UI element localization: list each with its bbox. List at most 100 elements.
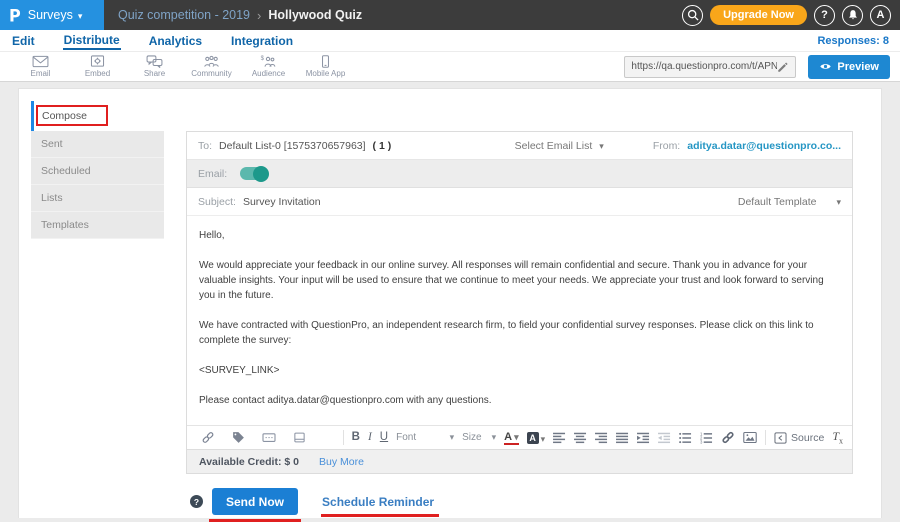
page-background: Compose Sent Scheduled Lists Templates T…: [0, 83, 900, 518]
channel-mobile-app[interactable]: Mobile App: [297, 55, 354, 78]
italic-button[interactable]: I: [368, 432, 372, 444]
from-email-value[interactable]: aditya.datar@questionpro.co...: [687, 140, 841, 152]
survey-link-area: https://qa.questionpro.com/t/APNrFZf29 P…: [624, 55, 890, 79]
align-right-icon[interactable]: [595, 432, 608, 444]
product-switcher[interactable]: Surveys: [28, 8, 83, 22]
search-icon: [687, 9, 699, 21]
breadcrumb-folder[interactable]: Quiz competition - 2019: [118, 8, 250, 22]
to-label: To:: [198, 140, 212, 152]
responses-count[interactable]: Responses: 8: [817, 35, 889, 47]
chevron-down-icon: [78, 8, 83, 22]
bg-color-button[interactable]: A: [527, 429, 546, 447]
breadcrumb-separator: ›: [257, 8, 261, 23]
align-center-icon[interactable]: [574, 432, 587, 444]
email-body-editor[interactable]: Hello, We would appreciate your feedback…: [187, 216, 852, 426]
bell-icon: [847, 9, 859, 21]
remove-format-x: x: [839, 437, 843, 446]
tab-edit[interactable]: Edit: [11, 32, 36, 49]
schedule-reminder-link[interactable]: Schedule Reminder: [322, 495, 434, 509]
align-justify-icon[interactable]: [616, 432, 629, 444]
brand-area[interactable]: P Surveys: [0, 0, 104, 30]
text-color-letter: A: [504, 431, 512, 443]
channel-label: Email: [30, 69, 50, 78]
chevron-down-icon: [836, 196, 841, 208]
select-email-list-label: Select Email List: [515, 140, 593, 152]
select-email-list-dropdown[interactable]: Select Email List: [515, 140, 604, 152]
bg-color-letter: A: [527, 432, 539, 444]
pencil-edit-icon[interactable]: [777, 61, 789, 73]
question-mark-icon: ?: [194, 497, 199, 507]
channel-community[interactable]: Community: [183, 55, 240, 78]
text-style-group: B I U Font Size A A: [352, 429, 545, 447]
channel-audience[interactable]: $ Audience: [240, 55, 297, 78]
product-label: Surveys: [28, 8, 73, 22]
sidebar-item-scheduled[interactable]: Scheduled: [31, 158, 164, 185]
channel-label: Share: [144, 69, 165, 78]
body-paragraph: We have contracted with QuestionPro, an …: [199, 318, 840, 348]
insert-tools-group: [196, 431, 335, 444]
send-now-button[interactable]: Send Now: [212, 488, 298, 515]
insert-footer-box-icon[interactable]: [293, 431, 306, 444]
avatar-initial: A: [877, 9, 885, 21]
channel-share[interactable]: Share: [126, 55, 183, 78]
template-dropdown[interactable]: Default Template: [738, 196, 841, 208]
avatar[interactable]: A: [870, 5, 891, 26]
survey-url-text: https://qa.questionpro.com/t/APNrFZf29: [631, 61, 777, 72]
survey-tabbar: Edit Distribute Analytics Integration Re…: [0, 30, 900, 52]
channel-label: Community: [191, 69, 231, 78]
remove-format-button[interactable]: Tx: [832, 429, 843, 445]
search-button[interactable]: [682, 5, 703, 26]
subject-label: Subject:: [198, 196, 236, 208]
chat-bubbles-icon: [146, 55, 163, 68]
font-family-dropdown[interactable]: Font: [396, 432, 454, 443]
sidebar-item-sent[interactable]: Sent: [31, 131, 164, 158]
numbered-list-icon[interactable]: 123: [700, 432, 713, 444]
question-mark-icon: ?: [821, 9, 828, 21]
credit-bar: Available Credit: $ 0 Buy More: [187, 449, 852, 473]
source-label: Source: [791, 432, 824, 444]
recipients-row: To: Default List-0 [1575370657963] ( 1 )…: [187, 132, 852, 160]
text-color-button[interactable]: A: [504, 431, 518, 445]
schedule-reminder-label: Schedule Reminder: [322, 495, 434, 509]
buy-more-link[interactable]: Buy More: [319, 456, 364, 468]
chevron-down-icon: [541, 429, 546, 447]
tab-analytics[interactable]: Analytics: [148, 32, 203, 49]
outdent-icon[interactable]: [658, 432, 671, 444]
insert-survey-link-icon[interactable]: [201, 431, 215, 444]
align-left-icon[interactable]: [553, 432, 566, 444]
underline-button[interactable]: U: [380, 432, 388, 444]
preview-button[interactable]: Preview: [808, 55, 890, 79]
questionpro-logo-icon: P: [9, 5, 21, 25]
survey-url-field[interactable]: https://qa.questionpro.com/t/APNrFZf29: [624, 56, 796, 78]
source-button[interactable]: Source: [774, 432, 824, 444]
toggle-knob: [253, 166, 269, 182]
paragraph-group: 123: [553, 432, 713, 444]
bold-button[interactable]: B: [352, 432, 360, 444]
channel-embed[interactable]: Embed: [69, 55, 126, 78]
richtext-toolbar: B I U Font Size A A 123: [187, 426, 852, 449]
tab-integration[interactable]: Integration: [230, 32, 294, 49]
help-button[interactable]: ?: [814, 5, 835, 26]
channel-email[interactable]: Email: [12, 55, 69, 78]
compose-panel: To: Default List-0 [1575370657963] ( 1 )…: [186, 131, 853, 474]
bullet-list-icon[interactable]: [679, 432, 692, 444]
tab-distribute[interactable]: Distribute: [63, 31, 121, 50]
indent-icon[interactable]: [637, 432, 650, 444]
sidebar-item-templates[interactable]: Templates: [31, 212, 164, 239]
font-size-dropdown[interactable]: Size: [462, 432, 496, 443]
notifications-button[interactable]: [842, 5, 863, 26]
to-recipient-count: ( 1 ): [373, 140, 392, 152]
insert-image-icon[interactable]: [743, 431, 757, 444]
merge-tag-icon[interactable]: [232, 431, 245, 444]
to-list-value[interactable]: Default List-0 [1575370657963]: [219, 140, 366, 152]
upgrade-now-button[interactable]: Upgrade Now: [710, 5, 807, 25]
sidebar-item-compose[interactable]: Compose: [31, 101, 164, 131]
send-help-icon[interactable]: ?: [190, 495, 203, 508]
subject-input[interactable]: Survey Invitation: [243, 196, 321, 208]
insert-email-card-icon[interactable]: [262, 431, 276, 444]
sidebar-item-lists[interactable]: Lists: [31, 185, 164, 212]
sidebar-item-label: Sent: [41, 138, 63, 150]
email-toggle-switch[interactable]: [240, 167, 268, 180]
subject-row: Subject: Survey Invitation Default Templ…: [187, 188, 852, 216]
hyperlink-icon[interactable]: [721, 431, 735, 444]
